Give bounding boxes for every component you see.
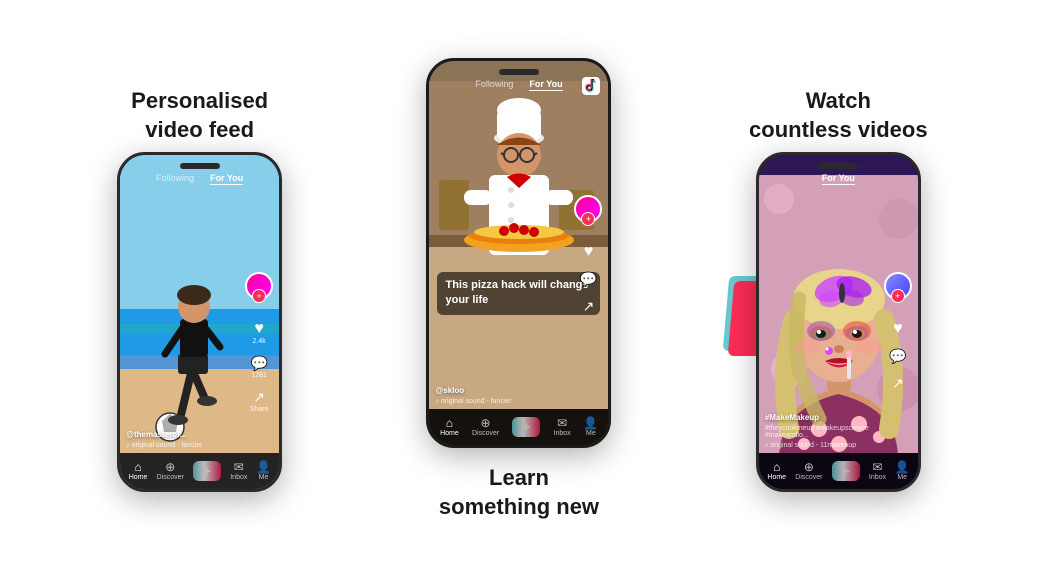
home-icon3: ⌂ (770, 461, 784, 473)
inbox-icon2: ✉ (555, 417, 569, 429)
phone1-sound: ♪ original sound - fancier (126, 442, 239, 449)
phone3-username: #MakeMakeup (765, 413, 878, 422)
phone3-share-icon: ↗ (892, 375, 904, 392)
phone1-nav: ⌂ Home ⊕ Discover + ✉ Inbox (120, 453, 279, 489)
phone2-sound: ♪ original sound - fancier (435, 398, 568, 405)
phone1-heart-icon: ♥ (253, 320, 266, 338)
phone2-nav-discover[interactable]: ⊕ Discover (472, 417, 499, 437)
inbox-icon3: ✉ (870, 461, 884, 473)
phone3-bottom-info: #MakeMakeup #theycookmeup #makeupscience… (765, 413, 878, 449)
phone1-screen: Following For You (120, 155, 279, 489)
phone3-nav: ⌂ Home ⊕ Discover + ✉ Inbox (759, 453, 918, 489)
phone2-nav: ⌂ Home ⊕ Discover + ✉ Inbox (429, 409, 608, 445)
phone1-bottom-info: @themasterof... ♪ original sound - fanci… (126, 430, 239, 449)
phone3-nav-home[interactable]: ⌂ Home (767, 461, 786, 481)
phone3-nav-me[interactable]: 👤 Me (895, 461, 909, 481)
center-title-line2: something new (439, 494, 599, 519)
phone2-nav-plus[interactable]: + (512, 417, 540, 437)
center-title: Learn something new (439, 464, 599, 521)
inbox-icon: ✉ (232, 461, 246, 473)
phone1-nav-home[interactable]: ⌂ Home (129, 461, 148, 481)
phone3-screen: For You (759, 155, 918, 489)
phone3-nav-discover[interactable]: ⊕ Discover (795, 461, 822, 481)
phone1-share-icon: ↗ (250, 389, 269, 406)
discover-icon2: ⊕ (479, 417, 493, 429)
phone1-comment-icon: 💬 (250, 355, 267, 372)
phone2-tiktok-logo (582, 77, 600, 95)
plus-icon: + (193, 461, 221, 481)
me-icon3: 👤 (895, 461, 909, 473)
phone2-wrapper: Following For You (426, 58, 611, 448)
home-icon2: ⌂ (442, 417, 456, 429)
phone2-comment-icon: 💬 (580, 271, 597, 288)
phone1-foryou-tab: For You (210, 173, 243, 185)
phone1-right-icons: ♥ 2.4k 💬 1281 ↗ Share (245, 272, 273, 413)
phone2-nav-home[interactable]: ⌂ Home (440, 417, 459, 437)
phone2-following-tab: Following (475, 79, 513, 91)
discover-icon: ⊕ (163, 461, 177, 473)
phone2: Following For You (426, 58, 611, 448)
phone1-nav-plus[interactable]: + (193, 461, 221, 481)
phone3-heart-icon: ♥ (893, 320, 903, 338)
home-icon: ⌂ (131, 461, 145, 473)
discover-icon3: ⊕ (802, 461, 816, 473)
phone2-right-icons: ♥ 💬 ↗ (574, 195, 602, 315)
center-section: Following For You (409, 58, 629, 521)
phone3-profile-pic (884, 272, 912, 300)
phone2-foryou-tab: For You (529, 79, 562, 91)
phone1-nav-me[interactable]: 👤 Me (257, 461, 271, 481)
phone1-username: @themasterof... (126, 430, 239, 439)
phone2-screen: Following For You (429, 61, 608, 445)
plus-icon2: + (512, 417, 540, 437)
left-section: Personalised video feed Following For Yo… (70, 87, 330, 492)
phone3-tags: #theycookmeup #makeupscience #makeandlo.… (765, 425, 878, 439)
phone1-profile-pic (245, 272, 273, 300)
phone2-nav-me[interactable]: 👤 Me (584, 417, 598, 437)
left-title-line2: video feed (145, 117, 254, 142)
phone3-top-bar: For You (759, 173, 918, 185)
phone1: Following For You (117, 152, 282, 492)
left-title-line1: Personalised (131, 88, 268, 113)
phone2-bottom-info: @skloo ♪ original sound - fancier (435, 386, 568, 405)
phone2-share-icon: ↗ (583, 298, 595, 315)
phone3-comment-icon: 💬 (889, 348, 906, 365)
right-section: Watch countless videos For You (708, 87, 968, 492)
phone3-sound: ♪ original sound - 11makeaup (765, 442, 878, 449)
phone2-profile-pic (574, 195, 602, 223)
phone3-nav-plus[interactable]: + (832, 461, 860, 481)
phone2-heart-icon: ♥ (584, 243, 594, 261)
phone2-nav-inbox[interactable]: ✉ Inbox (554, 417, 571, 437)
right-title: Watch countless videos (749, 87, 928, 144)
me-icon: 👤 (257, 461, 271, 473)
right-title-line1: Watch (806, 88, 871, 113)
phone2-caption-text: This pizza hack will change your life (445, 278, 592, 309)
phone1-nav-inbox[interactable]: ✉ Inbox (230, 461, 247, 481)
phone3-nav-inbox[interactable]: ✉ Inbox (869, 461, 886, 481)
me-icon2: 👤 (584, 417, 598, 429)
tiktok-icon (582, 77, 600, 95)
phone1-top-bar: Following For You (120, 173, 279, 185)
phone1-following-tab: Following (156, 173, 194, 185)
plus-icon3: + (832, 461, 860, 481)
phone2-username: @skloo (435, 386, 568, 395)
center-title-line1: Learn (489, 465, 549, 490)
phone3-foryou-tab: For You (822, 173, 855, 185)
right-title-line2: countless videos (749, 117, 928, 142)
phone1-nav-discover[interactable]: ⊕ Discover (157, 461, 184, 481)
left-title: Personalised video feed (131, 87, 268, 144)
phone3-wrapper: For You (756, 152, 921, 492)
phone3: For You (756, 152, 921, 492)
phone3-right-icons: ♥ 💬 ↗ (884, 272, 912, 392)
phone1-wrapper: Following For You (117, 152, 282, 492)
